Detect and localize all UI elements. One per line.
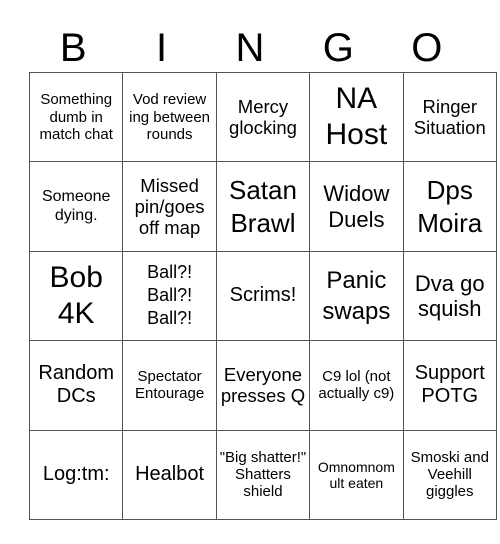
- bingo-cell[interactable]: Scrims!: [215, 250, 311, 342]
- bingo-header: B I N G O: [29, 22, 471, 72]
- bingo-row: Someone dying. Missed pin/goes off map S…: [28, 161, 497, 252]
- header-letter-i: I: [156, 26, 168, 70]
- bingo-cell[interactable]: Panic swaps: [309, 250, 404, 342]
- bingo-cell[interactable]: Random DCs: [28, 340, 124, 431]
- header-letter-o: O: [411, 26, 443, 70]
- bingo-cell[interactable]: Smoski and Veehill giggles: [402, 429, 497, 520]
- header-letter-g: G: [322, 26, 354, 70]
- bingo-cell[interactable]: C9 lol (not actually c9): [309, 340, 404, 431]
- bingo-cell[interactable]: "Big shatter!" Shatters shield: [215, 429, 311, 520]
- bingo-cell[interactable]: Dva go squish: [402, 250, 497, 342]
- bingo-row: Random DCs Spectator Entourage Everyone …: [28, 340, 497, 431]
- bingo-cell[interactable]: Something dumb in match chat: [28, 71, 124, 163]
- bingo-cell[interactable]: Support POTG: [402, 340, 497, 431]
- bingo-cell[interactable]: Healbot: [122, 429, 217, 520]
- bingo-cell[interactable]: Someone dying.: [28, 161, 124, 252]
- bingo-cell[interactable]: Vod review ing between rounds: [122, 71, 217, 163]
- bingo-cell[interactable]: Mercy glocking: [215, 71, 311, 163]
- bingo-cell[interactable]: Ringer Situation: [402, 71, 497, 163]
- bingo-card: Something dumb in match chat Vod review …: [28, 71, 497, 520]
- bingo-cell[interactable]: Bob 4K: [28, 250, 124, 342]
- bingo-cell[interactable]: Everyone presses Q: [215, 340, 311, 431]
- bingo-cell[interactable]: Omnomnom ult eaten: [309, 429, 404, 520]
- bingo-cell[interactable]: Log:tm:: [28, 429, 124, 520]
- bingo-cell[interactable]: Dps Moira: [402, 161, 497, 252]
- bingo-cell[interactable]: Widow Duels: [309, 161, 404, 252]
- bingo-cell[interactable]: Spectator Entourage: [122, 340, 217, 431]
- header-letter-n: N: [235, 26, 265, 70]
- bingo-row: Something dumb in match chat Vod review …: [28, 71, 497, 163]
- bingo-row: Bob 4K Ball?! Ball?! Ball?! Scrims! Pani…: [28, 250, 497, 342]
- header-letter-b: B: [59, 26, 87, 70]
- bingo-cell[interactable]: Ball?! Ball?! Ball?!: [122, 250, 217, 342]
- bingo-cell[interactable]: Missed pin/goes off map: [122, 161, 217, 252]
- bingo-cell[interactable]: NA Host: [309, 71, 404, 163]
- bingo-row: Log:tm: Healbot "Big shatter!" Shatters …: [28, 429, 497, 520]
- bingo-cell[interactable]: Satan Brawl: [215, 161, 311, 252]
